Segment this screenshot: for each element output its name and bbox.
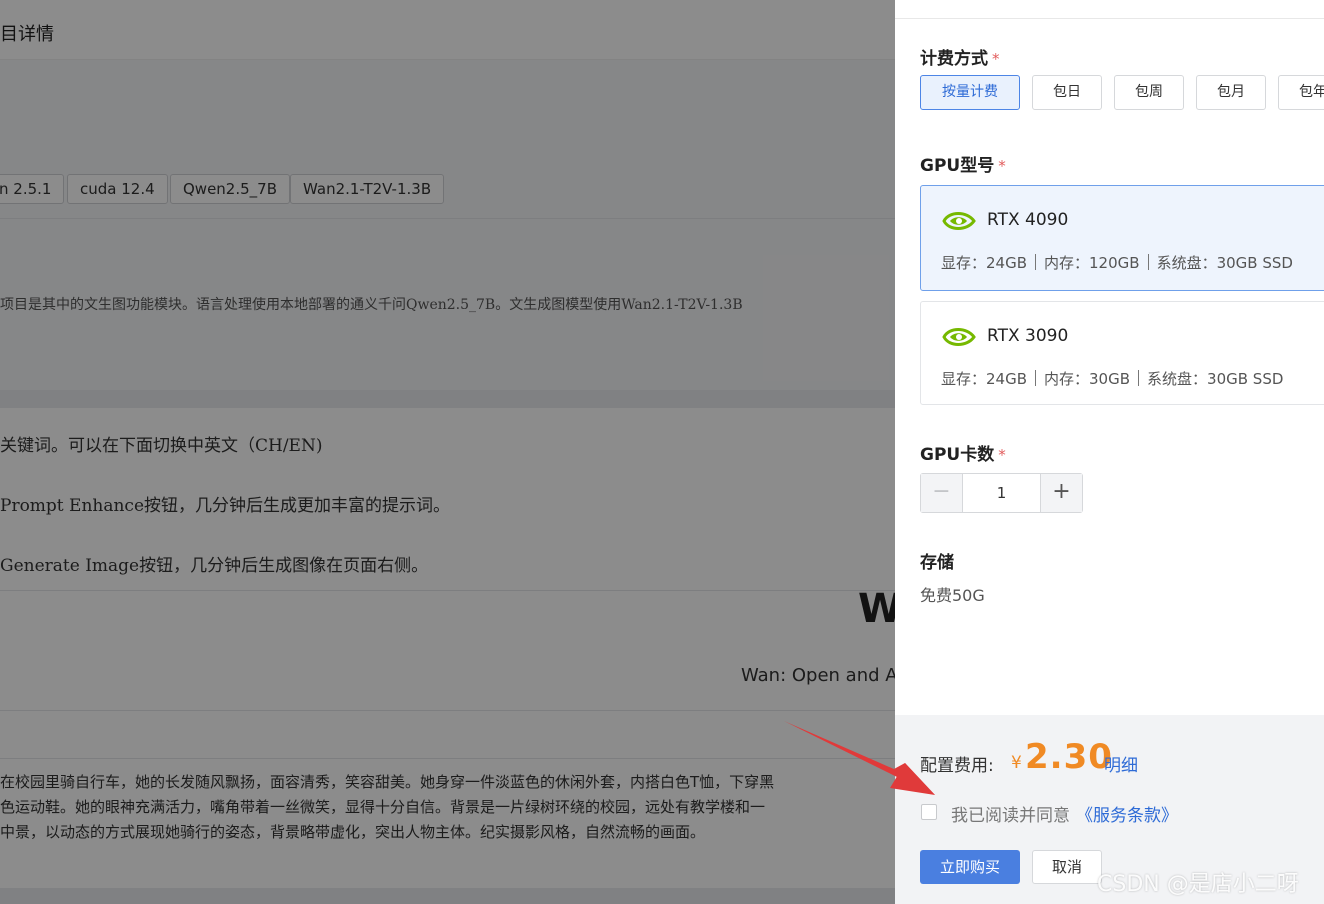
storage-label: 存储 bbox=[920, 553, 954, 573]
separator bbox=[1138, 370, 1140, 386]
gpu-count-input[interactable] bbox=[963, 474, 1040, 512]
required-mark: * bbox=[998, 446, 1006, 464]
billing-label: 计费方式 * bbox=[920, 44, 1000, 69]
billing-option-monthly[interactable]: 包月 bbox=[1196, 75, 1266, 110]
gpu-model-label: GPU型号 * bbox=[920, 151, 1006, 176]
gpu-count-label-text: GPU卡数 bbox=[920, 445, 995, 465]
purchase-drawer: 计费方式* 按量计费 包日 包周 包月 包年 GPU型号* RTX 4090 显… bbox=[895, 0, 1324, 904]
gpu-ram: 内存：120GB bbox=[1044, 254, 1140, 272]
billing-label-text: 计费方式 bbox=[920, 49, 988, 69]
gpu-ram: 内存：30GB bbox=[1044, 370, 1131, 388]
separator bbox=[1035, 254, 1037, 270]
gpu-card-rtx-4090[interactable]: RTX 4090 显存：24GB 内存：120GB 系统盘：30GB SSD bbox=[920, 185, 1324, 291]
agree-checkbox[interactable] bbox=[921, 804, 937, 820]
watermark: CSDN @是店小二呀 bbox=[1097, 872, 1299, 897]
gpu-disk: 系统盘：30GB SSD bbox=[1156, 254, 1293, 272]
billing-option-daily[interactable]: 包日 bbox=[1032, 75, 1102, 110]
buy-now-button[interactable]: 立即购买 bbox=[920, 850, 1020, 884]
gpu-specs: 显存：24GB 内存：120GB 系统盘：30GB SSD bbox=[941, 252, 1293, 273]
nvidia-icon bbox=[942, 212, 976, 230]
billing-option-yearly[interactable]: 包年 bbox=[1278, 75, 1324, 110]
required-mark: * bbox=[998, 157, 1006, 175]
billing-option-pay-as-you-go[interactable]: 按量计费 bbox=[920, 75, 1020, 110]
required-mark: * bbox=[992, 50, 1000, 68]
gpu-specs: 显存：24GB 内存：30GB 系统盘：30GB SSD bbox=[941, 368, 1283, 389]
cancel-button[interactable]: 取消 bbox=[1032, 850, 1102, 884]
currency-symbol: ¥ bbox=[1011, 753, 1022, 773]
agree-text: 我已阅读并同意 bbox=[951, 806, 1070, 826]
gpu-name: RTX 4090 bbox=[987, 210, 1069, 230]
gpu-count-stepper: − + bbox=[920, 473, 1083, 513]
increment-button[interactable]: + bbox=[1040, 474, 1082, 512]
storage-value: 免费50G bbox=[920, 586, 985, 605]
gpu-vram: 显存：24GB bbox=[941, 254, 1028, 272]
divider bbox=[895, 18, 1324, 19]
gpu-disk: 系统盘：30GB SSD bbox=[1147, 370, 1284, 388]
terms-link[interactable]: 《服务条款》 bbox=[1076, 801, 1178, 826]
fee-label: 配置费用: bbox=[920, 756, 994, 776]
billing-option-weekly[interactable]: 包周 bbox=[1114, 75, 1184, 110]
fee-amount: 2.30 bbox=[1025, 737, 1113, 777]
gpu-card-rtx-3090[interactable]: RTX 3090 显存：24GB 内存：30GB 系统盘：30GB SSD bbox=[920, 301, 1324, 405]
fee-detail-link[interactable]: 明细 bbox=[1104, 751, 1138, 776]
modal-mask[interactable] bbox=[0, 0, 895, 904]
separator bbox=[1035, 370, 1037, 386]
gpu-model-label-text: GPU型号 bbox=[920, 156, 995, 176]
gpu-count-label: GPU卡数 * bbox=[920, 440, 1006, 465]
separator bbox=[1147, 254, 1149, 270]
background-page: 目详情 n 2.5.1 cuda 12.4 Qwen2.5_7B Wan2.1-… bbox=[0, 0, 895, 904]
decrement-button[interactable]: − bbox=[921, 474, 963, 512]
gpu-name: RTX 3090 bbox=[987, 326, 1069, 346]
nvidia-icon bbox=[942, 328, 976, 346]
gpu-vram: 显存：24GB bbox=[941, 370, 1028, 388]
